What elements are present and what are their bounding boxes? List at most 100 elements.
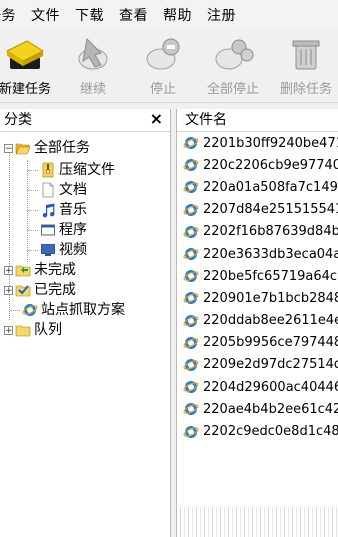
delete-task-icon [292, 40, 320, 70]
ie-globe-icon [22, 304, 38, 316]
ie-file-icon [183, 203, 199, 216]
delete-task-button[interactable]: 删除任务 [272, 30, 338, 102]
file-list-panel: 文件名 2201b30ff9240be471b 220c2206cb9e97740… [176, 109, 338, 537]
category-panel-header: 分类 × [0, 109, 170, 132]
file-name: 220be5fc65719a64c6b [203, 268, 338, 284]
tree-item-all-tasks[interactable]: − 全部任务 [4, 138, 90, 158]
tree-item-incomplete[interactable]: + 未完成 [4, 260, 76, 280]
expand-icon[interactable]: + [4, 325, 13, 335]
menu-task[interactable]: 任务 [0, 5, 16, 25]
file-name: 2207d84e251515541c [203, 202, 338, 218]
file-row[interactable]: 2204d29600ac40446e [177, 376, 338, 398]
file-row[interactable]: 2209e2d97dc27514d1 [177, 354, 338, 376]
stop-all-label: 全部停止 [206, 82, 259, 97]
file-name: 2202f16b87639d84b05 [203, 224, 338, 240]
stop-icon [146, 38, 180, 70]
tree-label: 队列 [34, 322, 62, 338]
resume-label: 继续 [79, 82, 106, 97]
tree-item-queue[interactable]: + 队列 [4, 320, 62, 340]
menu-file[interactable]: 文件 [31, 5, 60, 25]
new-task-button[interactable]: 新建任务 [0, 30, 54, 102]
tree-item-programs[interactable]: 程序 [40, 220, 87, 240]
file-name: 2202c9edc0e8d1c48b6 [203, 424, 338, 440]
category-panel: 分类 × − 全部任务 压缩文件 文档 音乐 程序 视频 + 未完成 + 已完成… [0, 109, 171, 537]
resume-icon [78, 37, 108, 70]
file-row[interactable]: 220ae4b4b2ee61c424 [177, 398, 338, 420]
file-row[interactable]: 220be5fc65719a64c6b [177, 265, 338, 287]
file-row[interactable]: 2205b9956ce7974482 [177, 332, 338, 354]
file-row[interactable]: 220901e7b1bcb284869 [177, 287, 338, 309]
column-header-filename[interactable]: 文件名 [177, 109, 338, 132]
file-name: 220ae4b4b2ee61c424 [203, 401, 338, 417]
new-task-label: 新建任务 [0, 82, 51, 97]
file-name: 220a01a508fa7c14909 [203, 179, 338, 195]
stop-all-button[interactable]: 全部停止 [200, 30, 266, 102]
tree-label: 站点抓取方案 [41, 302, 125, 318]
tree-item-compressed[interactable]: 压缩文件 [40, 160, 115, 180]
tree-label: 全部任务 [34, 140, 90, 156]
file-row[interactable]: 220e3633db3eca04aa [177, 243, 338, 265]
stop-button[interactable]: 停止 [138, 30, 188, 102]
ie-file-icon [183, 381, 199, 394]
ie-file-icon [183, 137, 199, 150]
file-row[interactable]: 220c2206cb9e9774085 [177, 154, 338, 176]
resume-button[interactable]: 继续 [68, 30, 118, 102]
menu-help[interactable]: 帮助 [163, 5, 192, 25]
ie-file-icon [183, 248, 199, 261]
file-row[interactable]: 2201b30ff9240be471b [177, 132, 338, 154]
file-name: 2209e2d97dc27514d1 [203, 357, 338, 373]
open-folder-icon [15, 143, 31, 155]
stop-label: 停止 [149, 82, 176, 97]
delete-task-label: 删除任务 [279, 82, 332, 97]
expand-icon[interactable]: + [4, 285, 13, 295]
tree-label: 程序 [59, 222, 87, 238]
file-list: 2201b30ff9240be471b 220c2206cb9e9774085 22… [177, 132, 338, 443]
menu-view[interactable]: 查看 [119, 5, 148, 25]
tree-label: 音乐 [59, 202, 87, 218]
menu-download[interactable]: 下载 [75, 5, 104, 25]
file-name: 220e3633db3eca04aa [203, 246, 338, 262]
file-name: 220ddab8ee2611e4e6 [203, 313, 338, 329]
queue-folder-icon [15, 325, 31, 337]
document-icon [42, 182, 54, 198]
file-row[interactable]: 2202f16b87639d84b05 [177, 221, 338, 243]
tree-item-music[interactable]: 音乐 [40, 200, 87, 220]
file-row[interactable]: 2202c9edc0e8d1c48b6 [177, 420, 338, 442]
music-note-icon [42, 203, 55, 218]
ie-file-icon [183, 336, 199, 349]
zip-file-icon [42, 162, 54, 178]
ie-file-icon [183, 270, 199, 283]
ie-file-icon [183, 292, 199, 305]
ie-file-icon [183, 159, 199, 172]
expand-icon[interactable]: + [4, 265, 13, 275]
tree-label: 压缩文件 [59, 162, 115, 178]
tree-item-video[interactable]: 视频 [40, 240, 87, 260]
file-name: 220901e7b1bcb284869 [203, 290, 338, 306]
ie-file-icon [183, 225, 199, 238]
tree-item-site-grab[interactable]: 站点抓取方案 [22, 300, 125, 320]
tree-label: 文档 [59, 182, 87, 198]
tree-label: 已完成 [34, 282, 76, 298]
file-name: 2201b30ff9240be471b [203, 135, 338, 151]
category-panel-title: 分类 [4, 112, 32, 128]
ie-file-icon [183, 314, 199, 327]
file-name: 2204d29600ac40446e [203, 379, 338, 395]
ie-file-icon [183, 358, 199, 371]
menu-register[interactable]: 注册 [207, 5, 236, 25]
tree-item-completed[interactable]: + 已完成 [4, 280, 76, 300]
file-row[interactable]: 220a01a508fa7c14909 [177, 176, 338, 198]
file-row[interactable]: 2207d84e251515541c [177, 199, 338, 221]
ie-file-icon [183, 181, 199, 194]
program-window-icon [41, 224, 55, 236]
collapse-icon[interactable]: − [4, 143, 13, 153]
video-monitor-icon [41, 244, 55, 256]
menu-bar: 任务 文件 下载 查看 帮助 注册 [0, 0, 338, 30]
close-icon[interactable]: × [150, 108, 163, 130]
file-row[interactable]: 220ddab8ee2611e4e6 [177, 310, 338, 332]
file-name: 220c2206cb9e9774085 [203, 157, 338, 173]
new-task-icon [5, 40, 45, 69]
tree-label: 未完成 [34, 262, 76, 278]
ie-file-icon [183, 403, 199, 416]
completed-folder-icon [15, 285, 31, 297]
tree-item-documents[interactable]: 文档 [40, 180, 87, 200]
